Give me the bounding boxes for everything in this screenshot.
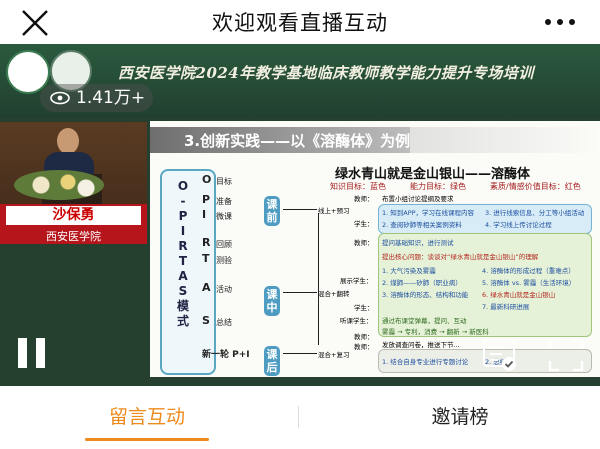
flow-post: 混合+复习 <box>318 351 350 359</box>
in-item: 3. 溶酶体的形态、结构和功能 <box>382 291 469 299</box>
flow-arrow <box>283 292 317 293</box>
speaker-name: 沙保勇 <box>6 206 141 225</box>
top-bar: 欢迎观看直播互动 <box>0 0 600 44</box>
phase-in-class: 课中 <box>264 286 280 316</box>
flow-pre: 线上+预习 <box>318 207 350 215</box>
phase-post-class: 课后 <box>264 346 280 376</box>
post-title: 发放调查问卷，推送下节... <box>382 341 460 349</box>
viewer-count-badge: 1.41万+ <box>40 84 154 112</box>
flow-arrow <box>283 353 317 354</box>
role-teacher: 教师： <box>354 239 374 247</box>
row-letter-i: I <box>202 208 207 221</box>
playlist-icon[interactable] <box>482 338 518 372</box>
in-item: 通过布课堂弹幕，提问、互动 <box>382 317 467 325</box>
eye-icon <box>50 91 70 105</box>
row-label-r: 回顾 <box>216 240 232 249</box>
speaker-name-card: 沙保勇 西安医学院 <box>0 204 147 244</box>
presentation-slide: 3.创新实践——以《溶酶体》为例 绿水青山就是金山银山——溶酶体 知识目标：蓝色… <box>150 121 600 377</box>
flow-in: 混合+翻转 <box>318 290 350 298</box>
row-letter-new: 新一轮 P+I <box>202 350 250 360</box>
phase-pre-class: 课前 <box>264 196 280 226</box>
in-item: 提问基础知识，进行测试 <box>382 239 454 247</box>
speaker-school: 西安医学院 <box>46 230 101 243</box>
row-label-s: 总结 <box>216 318 232 327</box>
row-letter-r: R <box>202 236 211 249</box>
role-student: 学生： <box>354 304 374 312</box>
pre-item: 3. 进行线索信息、分工等小组活动 <box>485 209 585 217</box>
flowers <box>14 170 104 200</box>
in-role: 教师： <box>354 333 374 341</box>
in-item: 6. 绿水青山就是金山银山 <box>482 291 556 299</box>
row-letter-s: S <box>202 314 210 327</box>
in-item: 提出核心问题：谈谈对“绿水青山就是金山银山”的理解 <box>382 253 539 261</box>
in-item: 2. 煤肺——矽肺（职业病） <box>382 279 462 287</box>
row-label-i: 微课 <box>216 212 232 221</box>
slide-heading: 3.创新实践——以《溶酶体》为例 <box>184 132 411 150</box>
tab-invite-ranking[interactable]: 邀请榜 <box>398 402 522 429</box>
row-letter-o: O <box>202 173 212 186</box>
in-item: 5. 溶酶体 vs. 雾霾（生活环境） <box>482 279 576 287</box>
speaker-head <box>57 128 79 154</box>
in-item: 1. 大气污染及雾霾 <box>382 267 436 275</box>
model-letters: O - P I R T A S 模 式 <box>176 179 189 328</box>
pre-item: 1. 知到APP，学习在线课程内容 <box>382 209 475 217</box>
row-label-p: 准备 <box>216 197 232 206</box>
in-item: 雾霾 → 专利，消费 → 翻新 → 新医科 <box>382 328 489 336</box>
in-item: 4. 溶酶体的形成过程（重难点） <box>482 267 575 275</box>
pre-item: 4. 学习线上传讨论过程 <box>485 221 552 229</box>
flow-line <box>318 213 319 345</box>
role-student: 学生： <box>354 220 374 228</box>
more-dots-icon[interactable] <box>540 12 580 32</box>
in-role: 听课学生： <box>340 317 373 325</box>
row-label-t: 测验 <box>216 256 232 265</box>
in-role: 展示学生： <box>340 277 373 285</box>
row-label-o: 目标 <box>216 177 232 186</box>
bottom-tabs: 留言互动 邀请榜 <box>0 386 600 449</box>
row-letter-a: A <box>202 281 211 294</box>
pre-title: 布置小组讨论提纲及要求 <box>382 195 454 203</box>
fullscreen-icon[interactable] <box>548 338 584 372</box>
slide-heading-bar: 3.创新实践——以《溶酶体》为例 <box>150 127 600 153</box>
banner-title: 西安医学院2024年教学基地临床教师教学能力提升专场培训 <box>118 64 534 82</box>
row-label-a: 活动 <box>216 285 232 294</box>
tab-divider <box>298 406 299 428</box>
tab-comments[interactable]: 留言互动 <box>85 402 209 429</box>
viewer-count: 1.41万+ <box>76 88 146 108</box>
flow-arrow <box>283 209 317 210</box>
tab-active-underline <box>85 438 209 441</box>
live-video-player[interactable]: 西安医学院2024年教学基地临床教师教学能力提升专场培训 1.41万+ 沙保勇 … <box>0 44 600 386</box>
post-item: 1. 结合自身专业进行专题讨论 <box>382 358 469 366</box>
pre-item: 2. 查阅矽肺等相关案例资料 <box>382 221 462 229</box>
role-teacher: 教师： <box>354 343 374 351</box>
row-letter-t: T <box>202 252 210 265</box>
in-item: 7. 最新科研进展 <box>482 303 530 311</box>
slide-targets: 知识目标：蓝色 能力目标：绿色 素质/情感价值目标：红色 <box>330 182 581 191</box>
slide-subtitle: 绿水青山就是金山银山——溶酶体 <box>335 167 531 182</box>
row-letter-p: P <box>202 193 211 206</box>
role-teacher: 教师： <box>354 195 374 203</box>
page-title: 欢迎观看直播互动 <box>212 11 388 35</box>
pause-icon[interactable] <box>18 338 46 368</box>
